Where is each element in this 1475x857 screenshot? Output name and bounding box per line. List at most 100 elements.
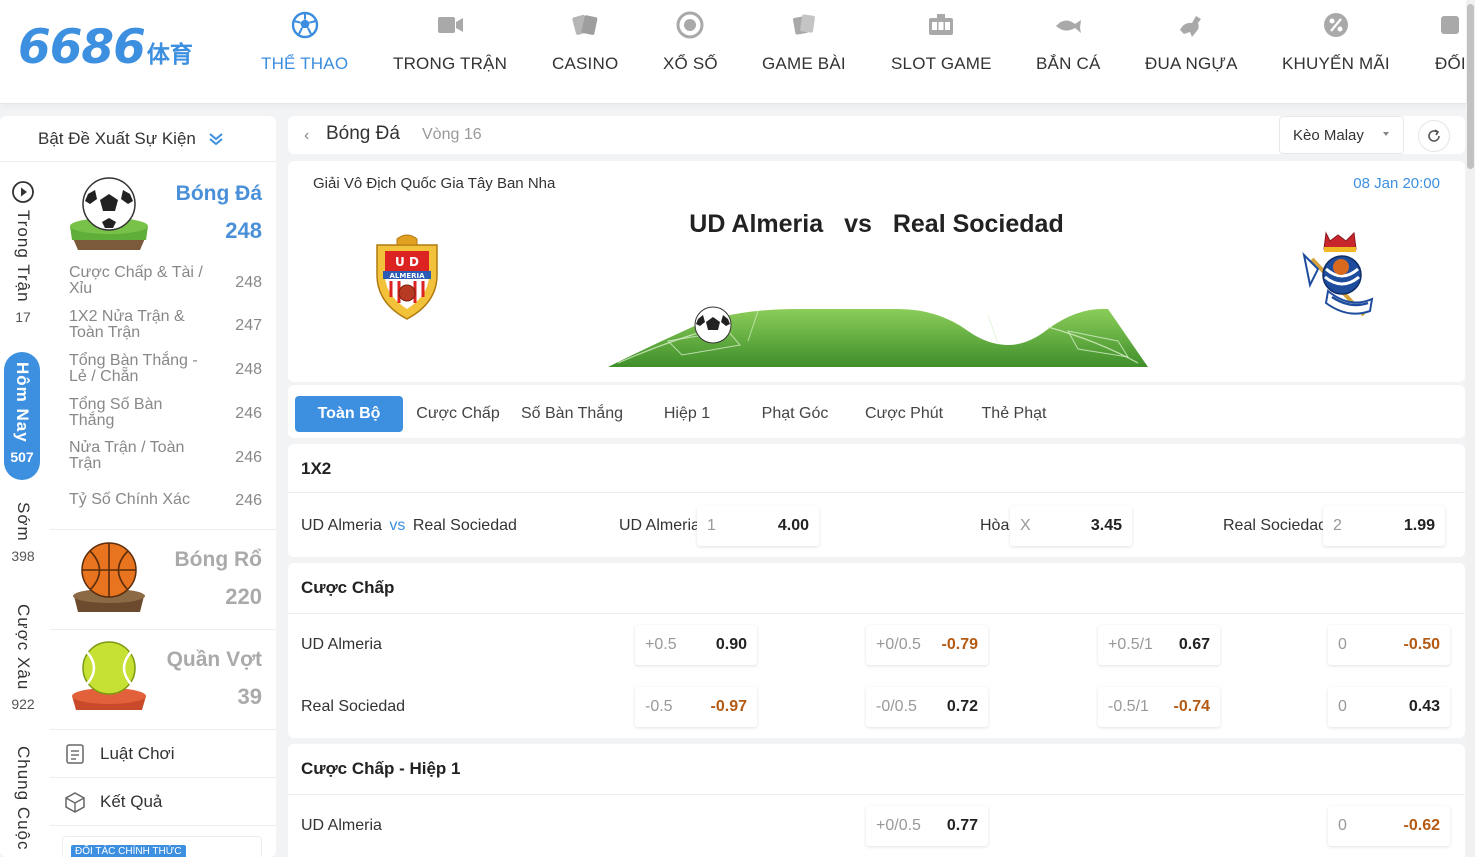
scrollbar-thumb[interactable] bbox=[1467, 4, 1474, 169]
outcome-code: 2 bbox=[1333, 517, 1342, 534]
svg-text:ALMERIA: ALMERIA bbox=[389, 272, 425, 280]
odds-button-away[interactable]: 2 1.99 bbox=[1323, 506, 1445, 546]
tab-the-phat[interactable]: Thẻ Phạt bbox=[960, 396, 1068, 432]
vtab-label: Hôm Nay bbox=[13, 362, 32, 443]
vtab-hom-nay[interactable]: Hôm Nay 507 bbox=[4, 352, 40, 480]
official-partner-banner[interactable]: ĐỐI TÁC CHÍNH THỨC bbox=[62, 836, 262, 857]
fish-icon bbox=[1056, 20, 1082, 33]
tab-label: Thẻ Phạt bbox=[981, 405, 1047, 422]
sport-soccer[interactable]: Bóng Đá 248 Cược Chấp & Tài / Xỉu 248 1X… bbox=[50, 164, 276, 530]
market-filter-label[interactable]: Tổng Số Bàn Thắng bbox=[69, 397, 209, 429]
sport-basketball[interactable]: Bóng Rổ 220 bbox=[50, 530, 276, 630]
nav-ban-ca[interactable]: BẮN CÁ bbox=[1036, 10, 1101, 90]
page-scrollbar[interactable] bbox=[1466, 0, 1475, 857]
team-row-label: Real Sociedad bbox=[301, 698, 406, 715]
market-filter-label[interactable]: Tỷ Số Chính Xác bbox=[69, 492, 219, 508]
market-filter-label[interactable]: 1X2 Nửa Trận & Toàn Trận bbox=[69, 309, 209, 341]
vtab-chung-cuoc[interactable]: Chung Cuộc 80 bbox=[0, 746, 46, 857]
market-filter-label[interactable]: Tổng Bàn Thắng - Lẻ / Chẵn bbox=[69, 353, 209, 385]
market-filter-count: 247 bbox=[235, 317, 262, 334]
promo-percent-icon bbox=[1323, 13, 1348, 37]
vtab-label: Sớm bbox=[14, 502, 33, 542]
outcome-name: Real Sociedad bbox=[1223, 517, 1328, 534]
odds-value: -0.79 bbox=[941, 636, 978, 653]
back-arrow-icon[interactable]: ‹ bbox=[304, 127, 309, 145]
tennis-ball-icon bbox=[72, 641, 146, 710]
horse-icon bbox=[1180, 16, 1202, 37]
odds-button[interactable]: 0 0.43 bbox=[1328, 687, 1450, 727]
odds-button-home[interactable]: 1 4.00 bbox=[697, 506, 819, 546]
odds-button[interactable]: +0.5/1 0.67 bbox=[1098, 625, 1220, 665]
market-title: Cược Chấp - Hiệp 1 bbox=[301, 759, 461, 778]
odds-button-draw[interactable]: X 3.45 bbox=[1010, 506, 1132, 546]
odds-button[interactable]: -0.5/1 -0.74 bbox=[1098, 687, 1220, 727]
vs-label: vs bbox=[844, 210, 872, 238]
vtab-trong-tran[interactable]: Trong Trận 17 bbox=[0, 180, 46, 325]
divider bbox=[288, 492, 1465, 493]
nav-label: CASINO bbox=[552, 54, 619, 73]
nav-label: ĐỐI bbox=[1435, 54, 1466, 73]
tab-label: Cược Phút bbox=[864, 405, 944, 422]
tab-toan-bo[interactable]: Toàn Bộ bbox=[295, 396, 403, 432]
tab-so-ban-thang[interactable]: Số Bàn Thắng bbox=[514, 396, 630, 432]
handicap-line: 0 bbox=[1338, 698, 1347, 715]
outcome-name: Hòa bbox=[980, 517, 1010, 534]
tab-cuoc-phut[interactable]: Cược Phút bbox=[854, 396, 954, 432]
nav-label: BẮN CÁ bbox=[1036, 54, 1101, 73]
vtab-cuoc-xau[interactable]: Cược Xâu 922 bbox=[0, 604, 46, 712]
handicap-line: +0/0.5 bbox=[876, 636, 921, 653]
nav-khuyen-mai[interactable]: KHUYẾN MÃI bbox=[1282, 10, 1390, 90]
nav-slot-game[interactable]: SLOT GAME bbox=[891, 10, 992, 90]
tab-cuoc-chap[interactable]: Cược Chấp bbox=[408, 396, 508, 432]
market-filter-label[interactable]: Cược Chấp & Tài / Xỉu bbox=[69, 265, 209, 297]
nav-label: GAME BÀI bbox=[762, 54, 846, 73]
odds-button[interactable]: -0.5 -0.97 bbox=[635, 687, 757, 727]
home-team-crest: U D ALMERIA bbox=[376, 234, 438, 320]
pitch-illustration bbox=[608, 306, 1148, 367]
logo-number: 6686 bbox=[18, 20, 146, 75]
nav-game-bai[interactable]: GAME BÀI bbox=[762, 10, 846, 90]
nav-trong-tran[interactable]: TRONG TRẬN bbox=[393, 10, 507, 90]
rules-link[interactable]: Luật Chơi bbox=[50, 730, 276, 778]
odds-value: 0.67 bbox=[1178, 636, 1210, 653]
nav-casino[interactable]: CASINO bbox=[552, 10, 618, 90]
site-logo[interactable]: 6686 体育 bbox=[18, 20, 193, 76]
odds-button[interactable]: 0 -0.50 bbox=[1328, 625, 1450, 665]
odds-button[interactable]: 0 -0.62 bbox=[1328, 806, 1450, 846]
away-team-name: Real Sociedad bbox=[412, 517, 517, 534]
sport-tennis[interactable]: Quần Vợt 39 bbox=[50, 630, 276, 730]
nav-the-thao[interactable]: THỂ THAO bbox=[261, 10, 348, 90]
nav-dua-ngua[interactable]: ĐUA NGỰA bbox=[1145, 10, 1238, 90]
vtab-label: Cược Xâu bbox=[14, 604, 33, 691]
nav-label: SLOT GAME bbox=[891, 54, 992, 73]
nav-doi-tac[interactable]: ĐỐI bbox=[1435, 10, 1466, 90]
tab-hiep-1[interactable]: Hiệp 1 bbox=[638, 396, 736, 432]
market-filter-count: 248 bbox=[235, 274, 262, 291]
market-title: Cược Chấp bbox=[301, 578, 395, 597]
partner-icon bbox=[1441, 16, 1460, 34]
odds-value: -0.50 bbox=[1403, 636, 1440, 653]
refresh-button[interactable] bbox=[1418, 120, 1450, 152]
suggest-label: Bật Đề Xuất Sự Kiện bbox=[38, 128, 196, 148]
odds-button[interactable]: -0/0.5 0.72 bbox=[866, 687, 988, 727]
market-filter-label[interactable]: Nửa Trận / Toàn Trận bbox=[69, 440, 209, 472]
market-1x2: 1X2 UD Almeria vs Real Sociedad UD Almer… bbox=[288, 444, 1465, 557]
basketball-icon bbox=[73, 542, 145, 612]
odds-button[interactable]: +0/0.5 -0.79 bbox=[866, 625, 988, 665]
time-filter-tabs: Trong Trận 17 Hôm Nay 507 Sớm 398 Cược X… bbox=[0, 164, 46, 857]
tab-label: Toàn Bộ bbox=[317, 405, 381, 422]
sport-name: Bóng Đá bbox=[175, 182, 262, 205]
tab-phat-goc[interactable]: Phạt Góc bbox=[744, 396, 846, 432]
results-link[interactable]: Kết Quả bbox=[50, 778, 276, 826]
nav-xo-so[interactable]: XỔ SỐ bbox=[663, 10, 718, 90]
handicap-line: 0 bbox=[1338, 817, 1347, 834]
odds-type-select[interactable]: Kèo Malay bbox=[1279, 116, 1404, 154]
away-team-name: Real Sociedad bbox=[892, 210, 1064, 238]
match-row-label: UD Almeria vs Real Sociedad bbox=[301, 517, 517, 535]
suggest-events-toggle[interactable]: Bật Đề Xuất Sự Kiện bbox=[0, 116, 276, 162]
odds-button[interactable]: +0/0.5 0.77 bbox=[866, 806, 988, 846]
odds-button[interactable]: +0.5 0.90 bbox=[635, 625, 757, 665]
vtab-som[interactable]: Sớm 398 bbox=[0, 502, 46, 564]
handicap-line: +0.5/1 bbox=[1108, 636, 1153, 653]
home-team-name: UD Almeria bbox=[689, 210, 824, 238]
